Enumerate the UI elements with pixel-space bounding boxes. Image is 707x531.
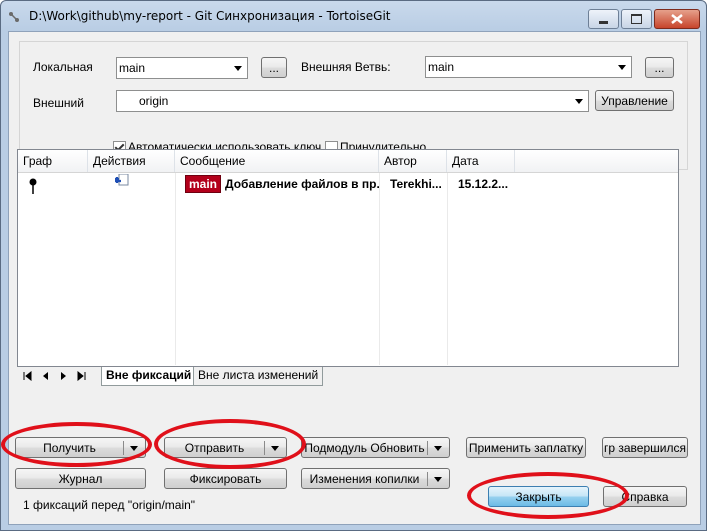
title-bar[interactable]: D:\Work\github\my-report - Git Синхрониз… xyxy=(1,1,706,31)
column-message[interactable]: Сообщение xyxy=(175,150,379,172)
close-window-button[interactable] xyxy=(654,9,700,29)
table-row[interactable]: main Добавление файлов в пр... Terekhi...… xyxy=(18,173,678,195)
tab-strip: Вне фиксаций Вне листа изменений xyxy=(17,367,677,387)
column-graph[interactable]: Граф xyxy=(18,150,88,172)
help-button[interactable]: Справка xyxy=(603,486,687,507)
manage-remotes-button[interactable]: Управление xyxy=(595,90,674,111)
column-divider xyxy=(447,173,448,365)
graph-node-icon xyxy=(29,178,37,194)
chevron-down-icon[interactable] xyxy=(130,446,138,451)
pull-button[interactable]: Получить xyxy=(15,437,146,458)
remote-label: Внешний xyxy=(33,96,84,110)
remote-value: origin xyxy=(139,94,169,108)
remote-branch-value: main xyxy=(428,60,455,74)
submodule-update-button[interactable]: Подмодуль Обновить xyxy=(301,437,450,458)
column-date[interactable]: Дата xyxy=(447,150,515,172)
minimize-button[interactable] xyxy=(588,9,619,29)
chevron-down-icon xyxy=(234,66,242,71)
local-label: Локальная xyxy=(33,60,93,74)
remote-branch-label: Внешняя Ветвь: xyxy=(301,60,391,74)
tab-out-commits[interactable]: Вне фиксаций xyxy=(101,367,197,386)
log-header: Граф Действия Сообщение Автор Дата xyxy=(18,150,678,173)
commit-author: Terekhi... xyxy=(390,177,442,191)
chevron-down-icon[interactable] xyxy=(434,477,442,482)
pull-label: Получить xyxy=(43,441,96,455)
sync-window: D:\Work\github\my-report - Git Синхрониз… xyxy=(0,0,707,531)
branch-badge: main xyxy=(185,175,222,193)
chevron-down-icon xyxy=(618,65,626,70)
column-actions[interactable]: Действия xyxy=(88,150,175,172)
commit-button[interactable]: Фиксировать xyxy=(164,468,287,489)
local-branch-combo[interactable]: main xyxy=(116,57,248,79)
maximize-icon xyxy=(631,14,642,24)
push-button[interactable]: Отправить xyxy=(164,437,287,458)
rebase-done-button[interactable]: гр завершился xyxy=(602,437,688,458)
window-title: D:\Work\github\my-report - Git Синхрониз… xyxy=(29,9,391,23)
commit-message: Добавление файлов в пр... xyxy=(225,177,379,191)
push-label: Отправить xyxy=(184,441,245,455)
chevron-down-icon[interactable] xyxy=(271,446,279,451)
remote-branch-combo[interactable]: main xyxy=(425,56,632,78)
stash-label: Изменения копилки xyxy=(309,472,420,486)
browse-remote-button[interactable]: ... xyxy=(645,57,674,78)
commit-log-list[interactable]: Граф Действия Сообщение Автор Дата main Д… xyxy=(17,149,679,367)
commit-message-cell: main Добавление файлов в пр... xyxy=(180,173,379,195)
app-icon xyxy=(9,12,19,22)
chevron-down-icon xyxy=(575,99,583,104)
log-button[interactable]: Журнал xyxy=(15,468,146,489)
local-branch-value: main xyxy=(119,61,146,75)
column-divider xyxy=(175,173,176,365)
apply-patch-button[interactable]: Применить заплатку xyxy=(466,437,586,458)
tab-scroll-buttons[interactable] xyxy=(23,371,93,381)
column-divider xyxy=(379,173,380,365)
maximize-button[interactable] xyxy=(621,9,652,29)
minimize-icon xyxy=(599,21,608,24)
close-button[interactable]: Закрыть xyxy=(488,486,589,507)
column-author[interactable]: Автор xyxy=(379,150,447,172)
close-icon xyxy=(671,14,683,24)
tab-out-changelist[interactable]: Вне листа изменений xyxy=(193,367,324,386)
chevron-down-icon[interactable] xyxy=(434,446,442,451)
browse-local-button[interactable]: ... xyxy=(261,57,287,78)
added-file-icon xyxy=(115,174,129,186)
remote-combo[interactable]: origin xyxy=(116,90,589,112)
submodule-update-label: Подмодуль Обновить xyxy=(304,441,425,455)
commit-date: 15.12.2... xyxy=(458,177,509,191)
stash-button[interactable]: Изменения копилки xyxy=(301,468,450,489)
status-text: 1 фиксаций перед "origin/main" xyxy=(23,498,196,512)
